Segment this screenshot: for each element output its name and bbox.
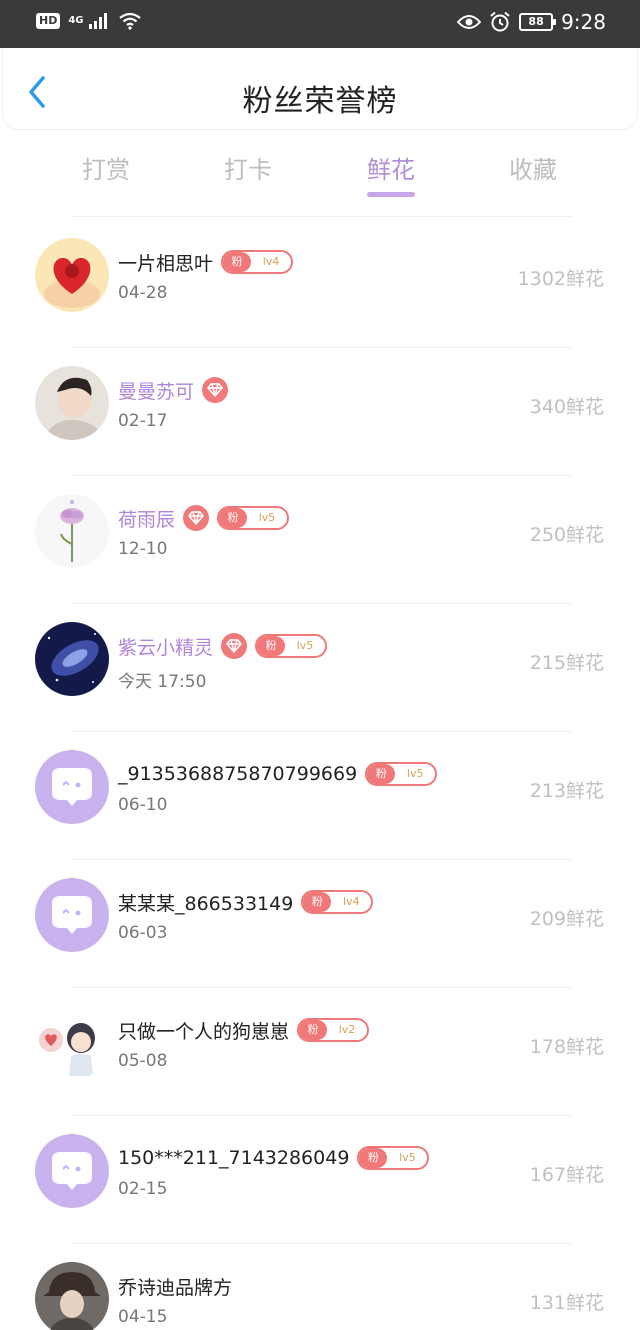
flower-count: 178鲜花: [529, 1036, 604, 1058]
user-name: 只做一个人的狗崽崽: [118, 1020, 290, 1043]
fan-level-badge: 粉 lv5: [217, 506, 290, 530]
user-photo-avatar[interactable]: [35, 1262, 109, 1330]
diamond-vip-icon: [183, 505, 210, 531]
default-chat-avatar[interactable]: [35, 878, 109, 952]
divider: [72, 603, 572, 604]
list-item[interactable]: 乔诗迪品牌方 04-15 131鲜花: [0, 1240, 640, 1330]
galaxy-avatar[interactable]: [35, 622, 109, 696]
date: 02-17: [118, 411, 168, 431]
divider: [72, 216, 572, 217]
diamond-vip-icon: [221, 633, 248, 659]
flower-count: 167鲜花: [529, 1164, 604, 1186]
flower-count: 131鲜花: [529, 1292, 604, 1314]
flower-count: 209鲜花: [529, 908, 604, 930]
diamond-vip-icon: [202, 377, 229, 403]
flower-count: 340鲜花: [529, 396, 604, 418]
user-photo-avatar[interactable]: [35, 366, 109, 440]
battery-icon: 88: [519, 13, 557, 31]
fan-level-badge: 粉 lv5: [255, 634, 328, 658]
date: 04-28: [118, 283, 168, 303]
list-item[interactable]: 只做一个人的狗崽崽 粉 lv2 05-08 178鲜花: [0, 984, 640, 1112]
user-name: 一片相思叶: [118, 252, 214, 275]
default-chat-avatar[interactable]: [35, 750, 109, 824]
fan-level-badge: 粉 lv2: [297, 1018, 370, 1042]
user-name: 乔诗迪品牌方: [118, 1276, 233, 1299]
tab-tip[interactable]: 打赏: [51, 150, 161, 185]
list-item[interactable]: _9135368875870799669 粉 lv5 06-10 213鲜花: [0, 728, 640, 856]
list-item[interactable]: 紫云小精灵 粉 lv5 今天 17:50 215鲜花: [0, 600, 640, 728]
eye-icon: [457, 15, 482, 29]
divider: [72, 475, 572, 476]
list-item[interactable]: 一片相思叶 粉 lv4 04-28 1302鲜花: [0, 216, 640, 344]
flower-count: 1302鲜花: [517, 268, 604, 290]
divider: [72, 859, 572, 860]
divider: [72, 1115, 572, 1116]
fan-level-badge: 粉 lv4: [301, 890, 374, 914]
divider: [72, 347, 572, 348]
flower-count: 213鲜花: [529, 780, 604, 802]
signal-icon: [88, 13, 107, 29]
date: 02-15: [118, 1179, 168, 1199]
divider: [72, 731, 572, 732]
fan-level-badge: 粉 lv5: [365, 762, 438, 786]
flower-avatar[interactable]: [35, 494, 109, 568]
header: 粉丝荣誉榜: [2, 48, 638, 130]
cartoon-avatar[interactable]: [35, 1006, 109, 1080]
list-item[interactable]: 某某某_866533149 粉 lv4 06-03 209鲜花: [0, 856, 640, 984]
user-name: _9135368875870799669: [118, 763, 358, 785]
list-item[interactable]: 150***211_7143286049 粉 lv5 02-15 167鲜花: [0, 1112, 640, 1240]
user-name: 某某某_866533149: [118, 892, 294, 915]
divider: [72, 1243, 572, 1244]
alarm-icon: [490, 11, 510, 32]
wifi-icon: [118, 12, 141, 30]
active-tab-indicator: [367, 192, 415, 197]
date: 06-10: [118, 795, 168, 815]
date: 12-10: [118, 539, 168, 559]
tab-flowers[interactable]: 鲜花: [336, 150, 446, 185]
hd-indicator: HD: [36, 13, 61, 29]
date: 06-03: [118, 923, 168, 943]
flower-count: 250鲜花: [529, 524, 604, 546]
list-item[interactable]: 荷雨辰 粉 lv5 12-10 250鲜花: [0, 472, 640, 600]
tab-checkin[interactable]: 打卡: [193, 150, 303, 185]
fan-level-badge: 粉 lv5: [357, 1146, 430, 1170]
default-chat-avatar[interactable]: [35, 1134, 109, 1208]
divider: [72, 987, 572, 988]
network-type: 4G: [68, 15, 84, 26]
tab-bar: 打赏 打卡 鲜花 收藏: [0, 140, 640, 210]
page-title: 粉丝荣誉榜: [242, 84, 398, 119]
date: 04-15: [118, 1307, 168, 1327]
user-name: 曼曼苏可: [118, 380, 195, 403]
user-name: 紫云小精灵: [118, 636, 214, 659]
status-bar: HD 4G 88 9:28: [0, 0, 640, 48]
heart-rose-avatar[interactable]: [35, 238, 109, 312]
list-item[interactable]: 曼曼苏可 02-17 340鲜花: [0, 344, 640, 472]
flower-count: 215鲜花: [529, 652, 604, 674]
clock: 9:28: [561, 10, 606, 34]
user-name: 荷雨辰: [118, 508, 176, 531]
user-name: 150***211_7143286049: [118, 1147, 350, 1169]
fan-level-badge: 粉 lv4: [221, 250, 294, 274]
date: 05-08: [118, 1051, 168, 1071]
date: 今天 17:50: [118, 672, 207, 692]
tab-collect[interactable]: 收藏: [478, 150, 588, 185]
